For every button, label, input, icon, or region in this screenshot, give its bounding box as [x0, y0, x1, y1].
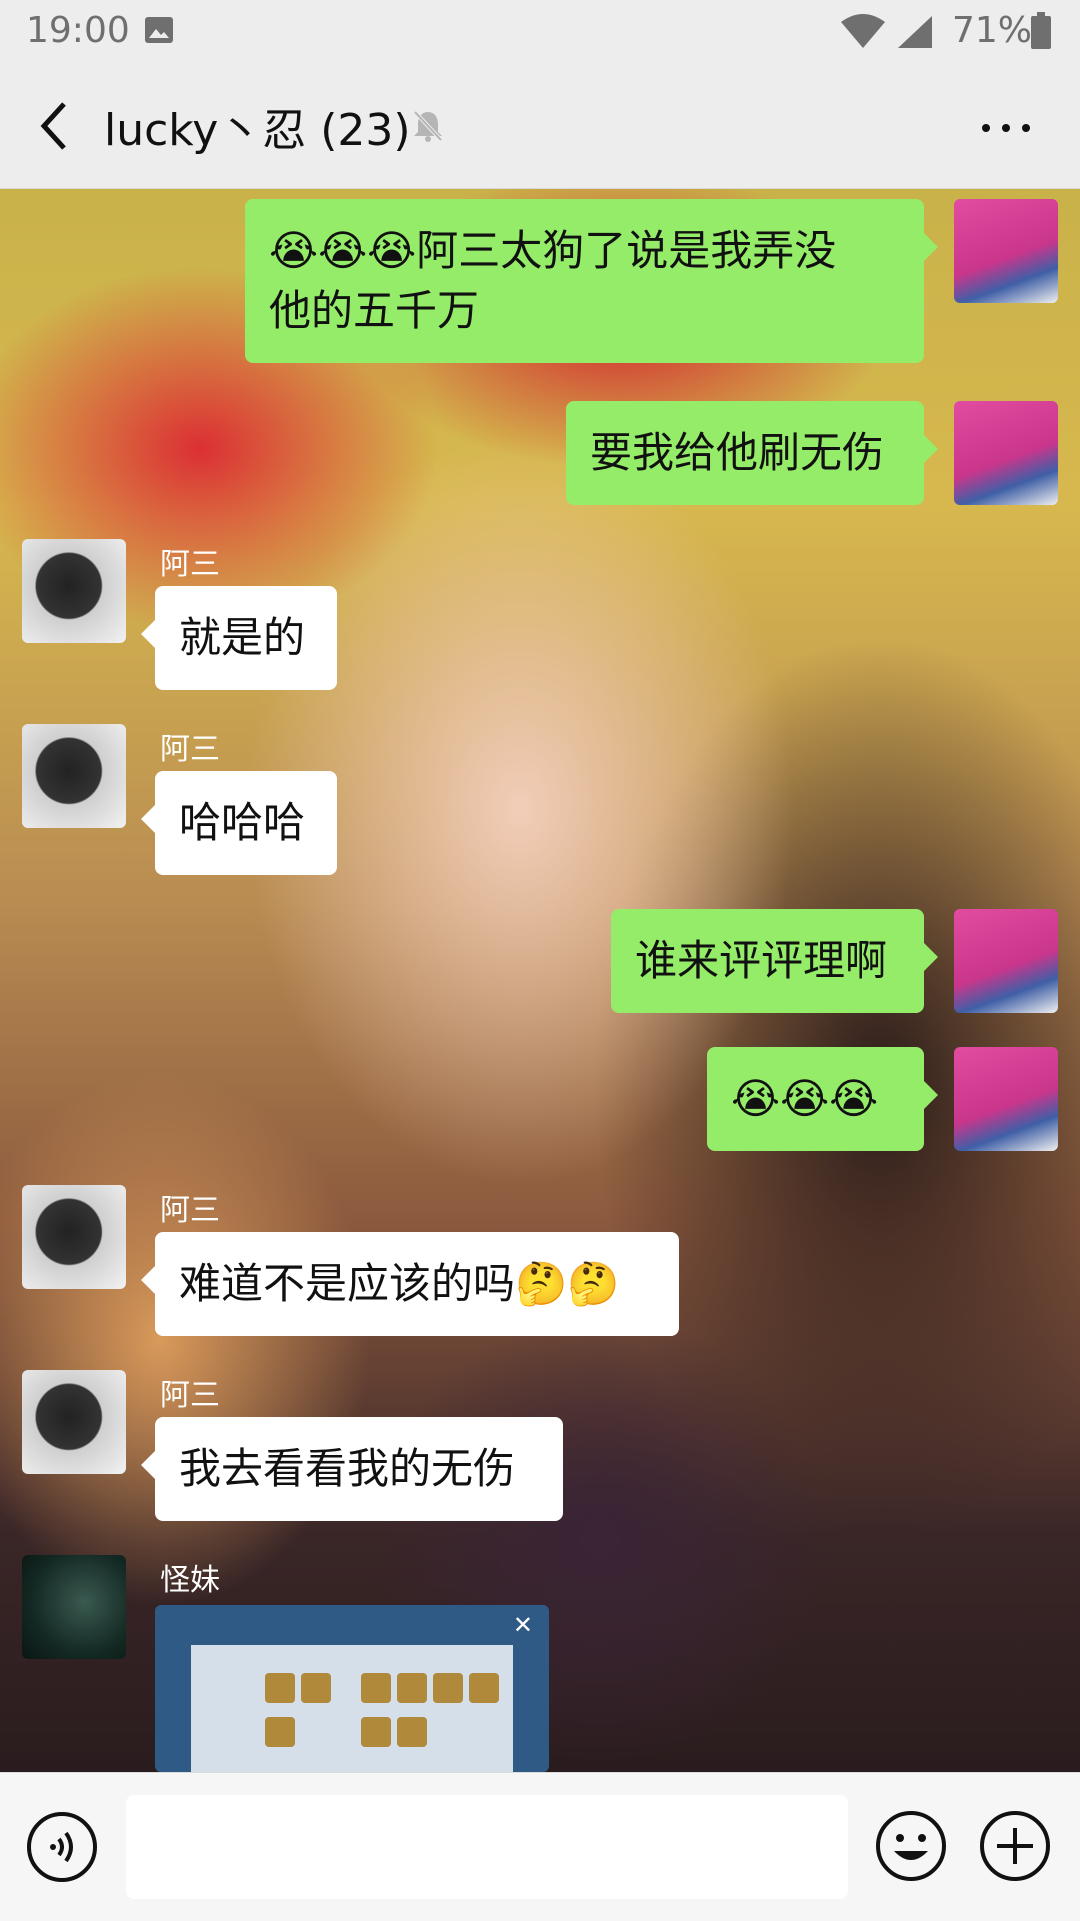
status-time: 19:00	[26, 10, 130, 51]
sender-name: 阿三	[160, 547, 220, 582]
game-item-icon	[361, 1717, 391, 1747]
game-item-icon	[397, 1673, 427, 1703]
game-item-icon	[301, 1673, 331, 1703]
battery-icon	[1031, 12, 1051, 49]
chat-header: lucky丶忍 (23)	[0, 64, 1080, 189]
message-bubble-incoming[interactable]: 哈哈哈	[141, 771, 337, 875]
message-bubble-outgoing[interactable]: 要我给他刷无伤	[566, 401, 938, 505]
sender-name: 阿三	[160, 1193, 220, 1228]
message-bubble-incoming[interactable]: 难道不是应该的吗🤔🤔	[141, 1232, 679, 1336]
status-bar: 19:00 71%	[0, 0, 1080, 64]
my-avatar[interactable]	[954, 1047, 1058, 1151]
more-button[interactable]	[976, 108, 1036, 148]
sender-name: 阿三	[160, 1378, 220, 1413]
voice-button[interactable]	[26, 1811, 98, 1883]
game-item-icon	[265, 1717, 295, 1747]
message-bubble-outgoing[interactable]: 😭😭😭阿三太狗了说是我弄没 他的五千万	[245, 199, 938, 363]
chat-title[interactable]: lucky丶忍 (23)	[104, 94, 411, 158]
sender-avatar[interactable]	[22, 539, 126, 643]
sender-avatar[interactable]	[22, 1370, 126, 1474]
my-avatar[interactable]	[954, 909, 1058, 1013]
image-message[interactable]: ✕	[155, 1605, 549, 1772]
sender-name: 阿三	[160, 732, 220, 767]
chat-message-list[interactable]: 😭😭😭阿三太狗了说是我弄没 他的五千万 要我给他刷无伤 阿三 就是的 阿三 哈哈…	[0, 189, 1080, 1772]
image-content	[191, 1645, 513, 1772]
bell-off-icon	[413, 110, 443, 142]
game-item-icon	[433, 1673, 463, 1703]
message-bubble-outgoing[interactable]: 谁来评评理啊	[611, 909, 938, 1013]
game-item-icon	[397, 1717, 427, 1747]
plus-button[interactable]	[978, 1809, 1052, 1883]
my-avatar[interactable]	[954, 199, 1058, 303]
battery-percent: 71%	[952, 10, 1033, 51]
sender-avatar[interactable]	[22, 724, 126, 828]
message-bubble-incoming[interactable]: 就是的	[141, 586, 337, 690]
sender-avatar[interactable]	[22, 1185, 126, 1289]
close-icon: ✕	[512, 1611, 533, 1639]
message-bubble-outgoing[interactable]: 😭😭😭	[707, 1047, 938, 1151]
emoji-button[interactable]	[874, 1809, 948, 1883]
signal-icon	[898, 16, 932, 48]
game-item-icon	[265, 1673, 295, 1703]
my-avatar[interactable]	[954, 401, 1058, 505]
sender-name: 怪妹	[160, 1563, 220, 1598]
game-item-icon	[361, 1673, 391, 1703]
message-bubble-incoming[interactable]: 我去看看我的无伤	[141, 1417, 563, 1521]
wifi-icon	[841, 14, 885, 48]
input-bar	[0, 1772, 1080, 1921]
gallery-icon	[145, 17, 173, 43]
back-button[interactable]	[28, 96, 88, 156]
sender-avatar[interactable]	[22, 1555, 126, 1659]
message-input[interactable]	[126, 1795, 848, 1899]
game-item-icon	[469, 1673, 499, 1703]
